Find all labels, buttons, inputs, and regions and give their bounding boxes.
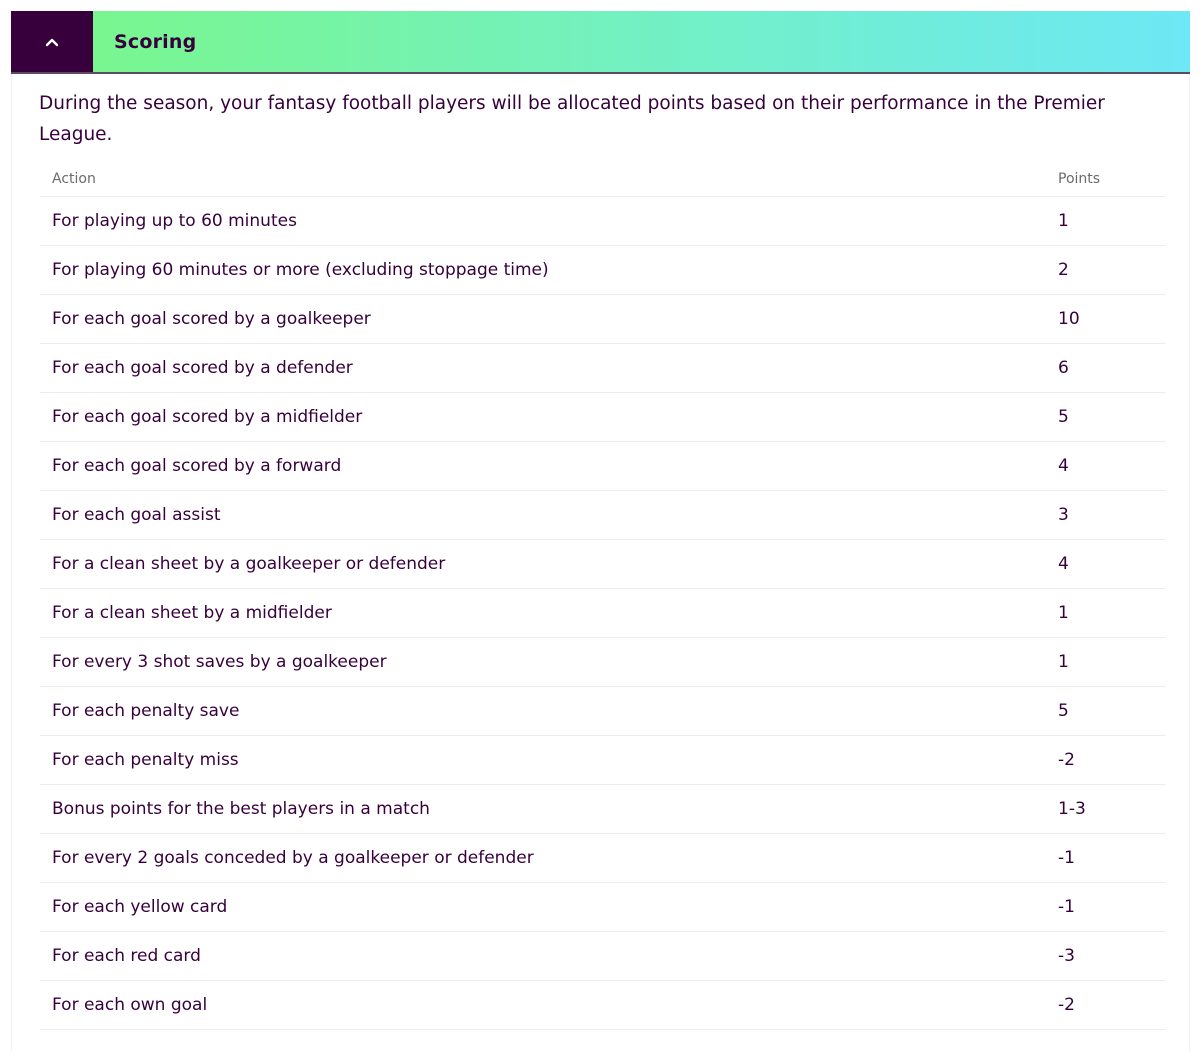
column-header-points: Points <box>1058 162 1165 197</box>
points-cell: 1 <box>1058 196 1165 246</box>
points-cell: 1 <box>1058 637 1165 687</box>
intro-text: During the season, your fantasy football… <box>39 93 1105 145</box>
table-row: For each goal scored by a goalkeeper 10 <box>40 294 1165 344</box>
action-cell: For each penalty miss <box>40 735 1058 785</box>
action-cell: For each red card <box>40 931 1058 981</box>
table-row: For playing up to 60 minutes 1 <box>40 196 1165 246</box>
table-row: For every 2 goals conceded by a goalkeep… <box>40 833 1165 883</box>
table-header-row: Action Points <box>40 162 1165 197</box>
points-cell: 10 <box>1058 294 1165 344</box>
action-cell: For every 2 goals conceded by a goalkeep… <box>40 833 1058 883</box>
points-cell: 2 <box>1058 245 1165 295</box>
action-cell: For each goal scored by a defender <box>40 343 1058 393</box>
table-row: For each yellow card -1 <box>40 882 1165 932</box>
points-cell: 4 <box>1058 539 1165 589</box>
table-row: For each goal scored by a forward 4 <box>40 441 1165 491</box>
action-cell: For every 3 shot saves by a goalkeeper <box>40 637 1058 687</box>
points-cell: -3 <box>1058 931 1165 981</box>
points-cell: -1 <box>1058 882 1165 932</box>
points-cell: 6 <box>1058 343 1165 393</box>
points-cell: 1-3 <box>1058 784 1165 834</box>
table-row: For each penalty save 5 <box>40 686 1165 736</box>
collapse-toggle-button[interactable] <box>11 11 93 72</box>
action-cell: For playing up to 60 minutes <box>40 196 1058 246</box>
table-row: For each red card -3 <box>40 931 1165 981</box>
table-row: For a clean sheet by a midfielder 1 <box>40 588 1165 638</box>
title-bar[interactable]: Scoring <box>93 11 1190 72</box>
points-cell: 5 <box>1058 392 1165 442</box>
chevron-up-icon <box>45 38 59 46</box>
scoring-table: Action Points For playing up to 60 minut… <box>40 162 1165 1030</box>
table-row: For a clean sheet by a goalkeeper or def… <box>40 539 1165 589</box>
table-row: For each goal scored by a defender 6 <box>40 343 1165 393</box>
action-cell: For each penalty save <box>40 686 1058 736</box>
action-cell: For each goal scored by a forward <box>40 441 1058 491</box>
table-row: For each goal assist 3 <box>40 490 1165 540</box>
points-cell: 5 <box>1058 686 1165 736</box>
action-cell: Bonus points for the best players in a m… <box>40 784 1058 834</box>
table-row: For each own goal -2 <box>40 980 1165 1030</box>
action-cell: For playing 60 minutes or more (excludin… <box>40 245 1058 295</box>
column-header-action: Action <box>40 162 1058 197</box>
action-cell: For each goal scored by a goalkeeper <box>40 294 1058 344</box>
points-cell: -1 <box>1058 833 1165 883</box>
table-row: For each goal scored by a midfielder 5 <box>40 392 1165 442</box>
table-row: For each penalty miss -2 <box>40 735 1165 785</box>
table-row: For every 3 shot saves by a goalkeeper 1 <box>40 637 1165 687</box>
points-cell: 1 <box>1058 588 1165 638</box>
action-cell: For each own goal <box>40 980 1058 1030</box>
points-cell: -2 <box>1058 735 1165 785</box>
points-cell: -2 <box>1058 980 1165 1030</box>
action-cell: For each yellow card <box>40 882 1058 932</box>
scoring-accordion-header[interactable]: Scoring <box>11 11 1190 74</box>
table-row: Bonus points for the best players in a m… <box>40 784 1165 834</box>
action-cell: For each goal scored by a midfielder <box>40 392 1058 442</box>
points-cell: 3 <box>1058 490 1165 540</box>
section-title: Scoring <box>114 30 197 53</box>
points-cell: 4 <box>1058 441 1165 491</box>
action-cell: For a clean sheet by a midfielder <box>40 588 1058 638</box>
table-row: For playing 60 minutes or more (excludin… <box>40 245 1165 295</box>
action-cell: For a clean sheet by a goalkeeper or def… <box>40 539 1058 589</box>
action-cell: For each goal assist <box>40 490 1058 540</box>
table-body: For playing up to 60 minutes 1 For playing… <box>40 196 1165 1030</box>
